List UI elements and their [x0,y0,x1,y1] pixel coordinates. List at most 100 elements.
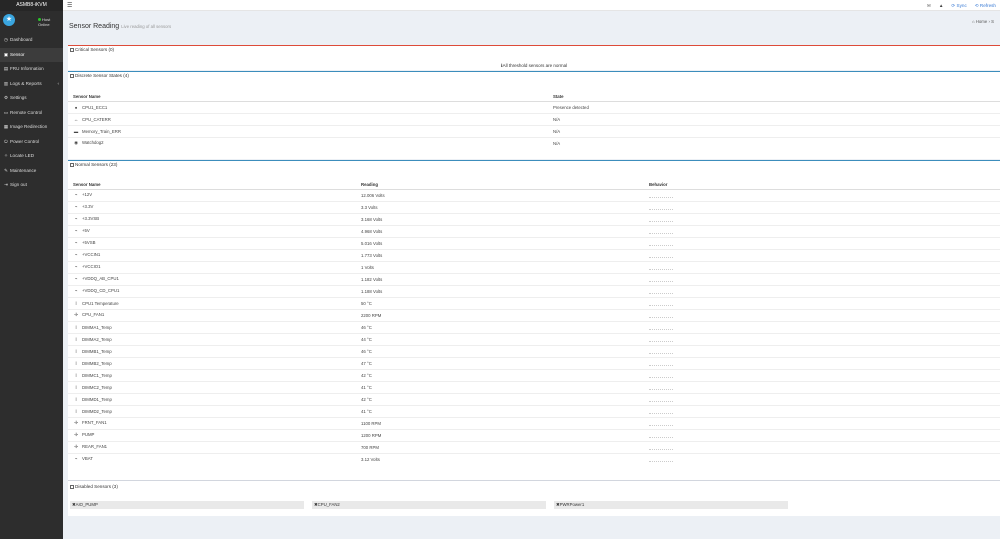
topbar: ☰ ✉ ▲ ⟳ Sync ⟲ Refresh [63,0,1000,11]
table-row[interactable]: ǀ DIMMC2_Temp 41 °C [68,380,1000,393]
voltage-icon: ⌁ [74,456,78,462]
disabled-sensor-item[interactable]: ✖CPU_FAN2 [312,501,546,509]
sidebar-item-logs-reports[interactable]: ▥ Logs & Reports ‹ [0,77,63,92]
sidebar-item-sensor[interactable]: ▣ Sensor [0,47,63,62]
chart-icon: ▥ [3,80,9,86]
disabled-sensor-item[interactable]: ✖PWRPower1 [554,501,788,509]
envelope-icon[interactable]: ✉ [927,0,931,11]
sensor-name: +3.3VSB [82,216,100,221]
collapse-checkbox-icon[interactable] [70,162,74,167]
critical-sensors-title[interactable]: Critical Sensors (0) [68,46,1000,54]
lightbulb-icon: ✧ [4,153,8,158]
thermometer-icon: ǀ [75,372,77,378]
table-row[interactable]: ǀ DIMMB2_Temp 47 °C [68,356,1000,369]
topbar-actions: ✉ ▲ ⟳ Sync ⟲ Refresh [927,0,996,11]
thermometer-icon: ǀ [75,396,77,402]
sensor-name: PUMP [82,432,95,437]
normal-sensors-title[interactable]: Normal Sensors (23) [68,161,1000,169]
fan-icon: ✢ [74,432,78,437]
table-row[interactable]: ǀ DIMMD2_Temp 41 °C [68,404,1000,417]
refresh-button[interactable]: ⟲ Refresh [975,0,996,11]
content-header: Sensor Reading Live reading of all sensor… [63,11,1000,45]
sidebar-item-remote-control[interactable]: ▭ Remote Control [0,106,63,121]
sidebar-item-image-redirection[interactable]: ▦ Image Redirection [0,120,63,135]
sensor-reading: 46 °C [356,320,644,333]
sensor-reading: 5.016 Volts [356,236,644,249]
table-row[interactable]: ✢ FRNT_FAN1 1100 RPM [68,416,1000,429]
sensor-name: REAR_FAN1 [82,444,108,449]
voltage-icon: ⌁ [74,264,78,269]
table-row[interactable]: ✢ CPU_FAN1 2200 RPM [68,308,1000,321]
disabled-list: ✖AIO_PUMP ✖CPU_FAN2 ✖PWRPower1 [68,499,1000,511]
sidebar-item-dashboard[interactable]: ◷ Dashboard [0,33,63,48]
collapse-checkbox-icon[interactable] [70,484,74,489]
warning-icon[interactable]: ▲ [939,0,944,11]
fan-icon: ✢ [74,420,78,425]
sensor-name: CPU1_ECC1 [82,104,108,110]
sidebar-menu: ◷ Dashboard ▣ Sensor ▤ FRU Information ▥ Logs &… [0,33,63,193]
avatar-star-icon: ★ [3,14,15,26]
sensor-state: N/A [548,112,1000,125]
collapse-checkbox-icon[interactable] [70,73,74,78]
discrete-sensors-title[interactable]: Discrete Sensor States (4) [68,72,1000,80]
table-row[interactable]: ⌁ VBAT 3.12 Volts [68,452,1000,465]
image-icon: ▦ [3,124,9,129]
hamburger-menu-icon[interactable]: ☰ [67,2,72,9]
table-row[interactable]: ✢ REAR_FAN1 700 RPM [68,440,1000,453]
behavior-sparkline [649,324,673,330]
sensor-name: +5V [82,228,90,233]
table-row[interactable]: ⌁ +5VSB 5.016 Volts [68,236,1000,249]
sensor-reading: 3.12 Volts [356,452,644,465]
table-row[interactable]: ⌁ +VDDQ_AB_CPU1 1.182 Volts [68,272,1000,285]
info-icon: ● [74,104,78,110]
sensor-reading: 3.168 Volts [356,212,644,225]
col-sensor-name[interactable]: Sensor Name [68,180,356,190]
sidebar-item-label: Settings [10,95,27,100]
voltage-icon: ⌁ [74,216,78,221]
sensor-reading: 47 °C [356,356,644,369]
table-row: ▬ Memory_Train_ERR N/A [68,124,1000,137]
thermometer-icon: ǀ [75,408,77,414]
collapse-checkbox-icon[interactable] [70,47,74,52]
sensor-name: Memory_Train_ERR [82,128,121,134]
col-behavior[interactable]: Behavior [644,180,1000,190]
table-row[interactable]: ⌁ +3.3VSB 3.168 Volts [68,212,1000,225]
arrows-icon: ↔ [73,116,79,122]
table-row[interactable]: ǀ CPU1 Temperature 50 °C [68,296,1000,309]
content: Sensor Reading Live reading of all sensor… [63,11,1000,539]
table-row[interactable]: ǀ DIMMD1_Temp 42 °C [68,392,1000,405]
sidebar-item-label: Image Redirection [10,124,48,129]
col-sensor-name[interactable]: Sensor Name [68,92,548,102]
col-reading[interactable]: Reading [356,180,644,190]
table-row[interactable]: ⌁ +3.3V 3.3 Volts [68,200,1000,213]
voltage-icon: ⌁ [74,288,78,293]
table-row[interactable]: ǀ DIMMB1_Temp 46 °C [68,344,1000,357]
table-row[interactable]: ⌁ +VDDQ_CD_CPU1 1.188 Volts [68,284,1000,297]
table-row[interactable]: ⌁ +VCCIN1 1.773 Volts [68,248,1000,261]
disabled-sensors-title[interactable]: Disabled Sensors (3) [68,481,1000,493]
table-row[interactable]: ⌁ +VCCIO1 1 Volts [68,260,1000,273]
voltage-icon: ⌁ [74,192,78,197]
behavior-sparkline [649,300,673,306]
sidebar-item-fru-information[interactable]: ▤ FRU Information [0,62,63,77]
breadcrumb-home[interactable]: Home [976,19,987,24]
table-row[interactable]: ✢ PUMP 1200 RPM [68,428,1000,441]
table-row[interactable]: ǀ DIMMA2_Temp 44 °C [68,332,1000,345]
table-row[interactable]: ⌁ +12V 12.006 Volts [68,188,1000,201]
disabled-sensor-item[interactable]: ✖AIO_PUMP [70,501,304,509]
sidebar-item-maintenance[interactable]: ✎ Maintenance [0,164,63,179]
table-row[interactable]: ǀ DIMMA1_Temp 46 °C [68,320,1000,333]
sidebar-item-power-control[interactable]: ⏻ Power Control [0,135,63,150]
table-row[interactable]: ⌁ +5V 4.968 Volts [68,224,1000,237]
sidebar-item-sign-out[interactable]: ⇥ Sign out [0,178,63,193]
sensor-reading: 1200 RPM [356,428,644,441]
sidebar-item-settings[interactable]: ⚙ Settings [0,91,63,106]
col-state[interactable]: State [548,92,1000,102]
table-row[interactable]: ǀ DIMMC1_Temp 42 °C [68,368,1000,381]
sync-button[interactable]: ⟳ Sync [951,0,966,11]
caret-left-icon: ‹ [57,80,59,86]
sidebar-item-locate-led[interactable]: ✧ Locate LED [0,149,63,164]
normal-table: Sensor Name Reading Behavior ⌁ +12V 12.006… [68,180,1000,465]
thermometer-icon: ǀ [75,360,77,366]
host-status: Host Online [38,17,51,27]
